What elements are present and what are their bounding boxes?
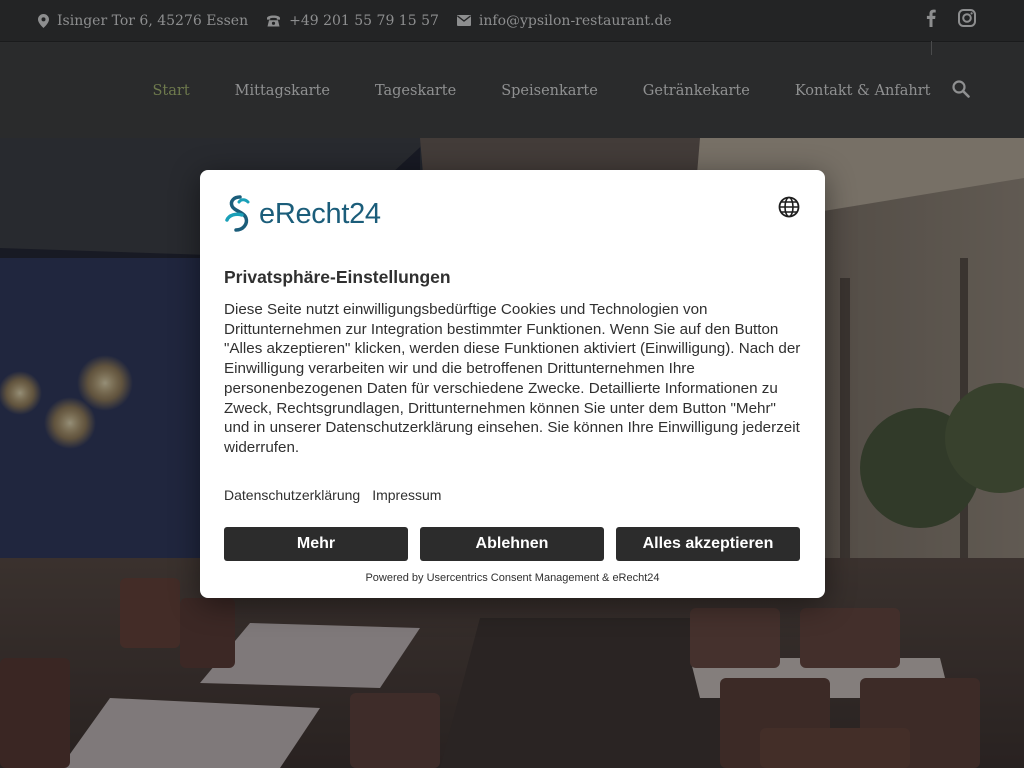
nav-menu: Start Mittagskarte Tageskarte Speisenkar… [130, 43, 953, 138]
erecht24-symbol [225, 195, 250, 232]
accept-all-button[interactable]: Alles akzeptieren [616, 527, 800, 561]
map-pin-icon [38, 13, 49, 28]
consent-description: Diese Seite nutzt einwilligungsbedürftig… [224, 301, 801, 456]
main-navigation: Start Mittagskarte Tageskarte Speisenkar… [0, 43, 1024, 138]
consent-dialog: eRecht24 Privatsphäre-Einstellungen Dies… [200, 170, 825, 598]
address: Isinger Tor 6, 45276 Essen [38, 13, 248, 29]
globe-icon[interactable] [778, 196, 800, 218]
envelope-icon [456, 15, 471, 26]
decline-button[interactable]: Ablehnen [420, 527, 604, 561]
email[interactable]: info@ypsilon-restaurant.de [456, 12, 672, 29]
erecht24-logo: eRecht24 [223, 194, 381, 234]
nav-item-tageskarte[interactable]: Tageskarte [352, 83, 478, 99]
phone-text: +49 201 55 79 15 57 [289, 12, 439, 29]
consent-links: Datenschutzerklärung Impressum [224, 487, 441, 503]
instagram-icon[interactable] [958, 9, 976, 27]
logo-wordmark: eRecht24 [259, 197, 381, 230]
imprint-link[interactable]: Impressum [372, 487, 441, 503]
consent-buttons: Mehr Ablehnen Alles akzeptieren [224, 527, 800, 561]
facebook-icon[interactable] [926, 9, 936, 27]
nav-item-speisenkarte[interactable]: Speisenkarte [479, 83, 621, 99]
search-icon[interactable] [952, 80, 970, 98]
email-text: info@ypsilon-restaurant.de [478, 12, 672, 29]
contact-info: Isinger Tor 6, 45276 Essen +49 201 55 79… [38, 13, 690, 29]
nav-item-mittagskarte[interactable]: Mittagskarte [212, 83, 352, 99]
phone-icon [267, 15, 281, 26]
top-info-bar: Isinger Tor 6, 45276 Essen +49 201 55 79… [0, 0, 1024, 42]
nav-item-kontakt-anfahrt[interactable]: Kontakt & Anfahrt [772, 83, 953, 99]
nav-item-start[interactable]: Start [130, 83, 212, 99]
phone[interactable]: +49 201 55 79 15 57 [266, 13, 439, 29]
nav-item-getraenkekarte[interactable]: Getränkekarte [620, 83, 772, 99]
social-links [926, 9, 976, 27]
powered-by-text: Powered by Usercentrics Consent Manageme… [365, 572, 660, 584]
nav-divider [931, 41, 932, 55]
consent-title: Privatsphäre-Einstellungen [224, 267, 451, 287]
more-button[interactable]: Mehr [224, 527, 408, 561]
privacy-policy-link[interactable]: Datenschutzerklärung [224, 487, 360, 503]
address-text: Isinger Tor 6, 45276 Essen [57, 12, 249, 29]
